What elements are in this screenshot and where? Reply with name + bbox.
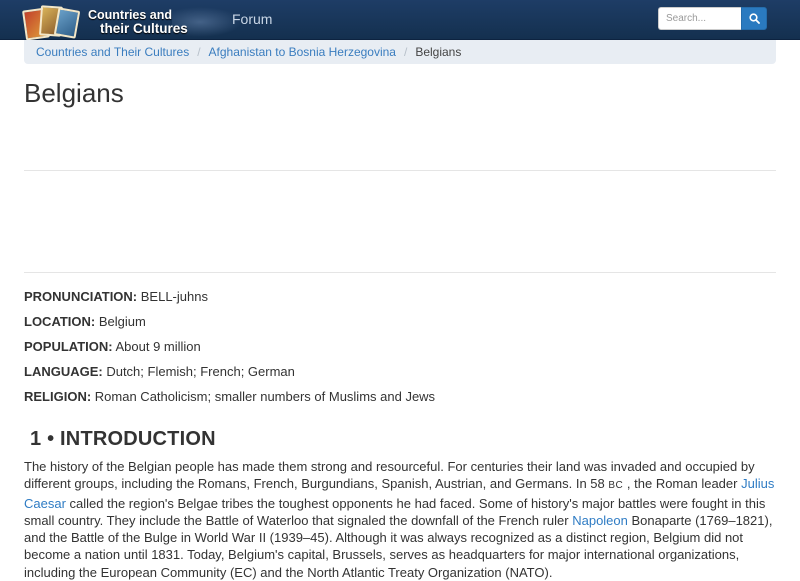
fact-population: POPULATION: About 9 million	[24, 339, 201, 354]
breadcrumb-separator: /	[197, 45, 201, 59]
breadcrumb-link-countries[interactable]: Countries and Their Cultures	[36, 45, 189, 59]
section-heading-introduction: 1 • INTRODUCTION	[30, 428, 216, 450]
logo-text: Countries and their Cultures	[88, 9, 188, 36]
fact-religion: RELIGION: Roman Catholicism; smaller num…	[24, 389, 436, 404]
fact-language: LANGUAGE: Dutch; Flemish; French; German	[24, 364, 295, 379]
divider	[24, 272, 776, 273]
link-napoleon[interactable]: Napoleon	[572, 513, 628, 528]
top-navbar: Countries and their Cultures Forum	[0, 0, 800, 43]
search-button[interactable]	[741, 7, 767, 30]
logo-line-2: their Cultures	[100, 21, 188, 36]
breadcrumb-separator: /	[403, 45, 408, 59]
search-input[interactable]	[658, 7, 741, 30]
search-form	[658, 7, 767, 30]
search-icon	[748, 13, 760, 24]
breadcrumb-current: Belgians	[415, 45, 462, 59]
breadcrumb: Countries and Their Cultures / Afghanist…	[24, 40, 776, 64]
nav-forum-link[interactable]: Forum	[232, 11, 272, 27]
fact-pronunciation: PRONUNCIATION: BELL-juhns	[24, 289, 208, 304]
logo-image	[22, 3, 84, 43]
breadcrumb-link-region[interactable]: Afghanistan to Bosnia Herzegovina	[209, 45, 396, 59]
site-logo[interactable]: Countries and their Cultures	[22, 3, 242, 43]
fact-location: LOCATION: Belgium	[24, 314, 146, 329]
introduction-paragraph: The history of the Belgian people has ma…	[24, 459, 775, 580]
divider	[24, 170, 776, 171]
page-title: Belgians	[24, 78, 124, 108]
